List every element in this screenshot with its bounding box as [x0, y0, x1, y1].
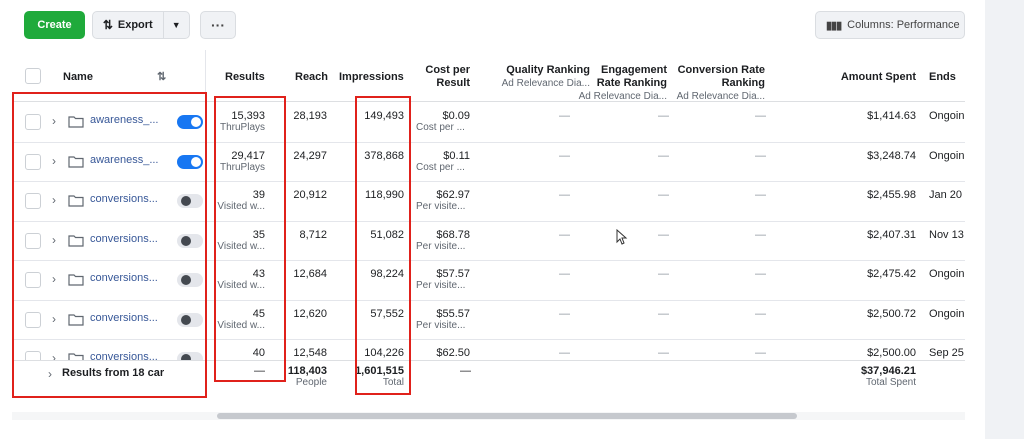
cost-per-result-cell: $57.57 Per visite... — [416, 268, 470, 291]
engagement-ranking-cell: — — [658, 347, 669, 359]
horizontal-scrollbar-thumb[interactable] — [217, 413, 797, 419]
conversion-ranking-cell: — — [755, 149, 766, 162]
caret-down-icon: ▼ — [171, 20, 181, 30]
amount-spent-cell: $2,455.98 — [867, 189, 916, 201]
more-options-button[interactable]: ··· — [200, 11, 236, 39]
column-header-reach[interactable]: Reach — [295, 71, 328, 84]
ends-cell: Sep 25 — [929, 347, 964, 359]
engagement-ranking-cell: — — [658, 228, 669, 241]
footer-cost: — — [460, 365, 471, 377]
conversion-ranking-cell: — — [755, 228, 766, 241]
create-button[interactable]: Create — [24, 11, 85, 39]
export-button[interactable]: ⇅ Export — [93, 12, 164, 38]
footer-amount-spent: $37,946.21 Total Spent — [860, 365, 916, 388]
columns-icon: ▮▮▮ — [826, 19, 842, 32]
cost-per-result-cell: $0.09 Cost per ... — [416, 110, 470, 133]
export-dropdown-button[interactable]: ▼ — [164, 12, 189, 38]
select-all-checkbox[interactable] — [25, 68, 41, 84]
annotation-box-impressions — [355, 96, 411, 395]
conversion-ranking-cell: — — [755, 110, 766, 122]
cost-per-result-cell: $55.57 Per visite... — [416, 307, 470, 331]
toolbar: Create ⇅ Export ▼ ··· ▮▮▮ Columns: Perfo… — [24, 10, 969, 40]
quality-ranking-cell: — — [559, 110, 570, 122]
ends-cell: Ongoin — [929, 268, 965, 280]
quality-ranking-cell: — — [559, 268, 570, 280]
column-header-engagement-ranking[interactable]: Engagement Rate Ranking Ad Relevance Dia… — [572, 64, 667, 103]
column-header-cost-per-result[interactable]: Cost per Result — [420, 64, 470, 90]
column-header-name[interactable]: Name — [63, 71, 93, 84]
mouse-cursor-icon — [616, 229, 628, 245]
cost-per-result-cell: $0.11 Cost per ... — [416, 149, 470, 173]
ends-cell: Ongoin — [929, 149, 965, 162]
engagement-ranking-cell: — — [658, 189, 669, 201]
ends-cell: Nov 13 — [929, 228, 964, 241]
engagement-ranking-cell: — — [658, 149, 669, 162]
columns-button[interactable]: ▮▮▮ Columns: Performance — [815, 11, 965, 39]
conversion-ranking-cell: — — [755, 189, 766, 201]
conversion-ranking-cell: — — [755, 268, 766, 280]
annotation-box-results — [214, 96, 286, 382]
export-arrows-icon: ⇅ — [102, 18, 113, 32]
column-header-impressions[interactable]: Impressions — [339, 71, 404, 84]
amount-spent-cell: $3,248.74 — [867, 149, 916, 162]
engagement-ranking-cell: — — [658, 307, 669, 320]
conversion-ranking-cell: — — [755, 347, 766, 359]
column-header-amount-spent[interactable]: Amount Spent — [832, 71, 916, 84]
export-button-group: ⇅ Export ▼ — [92, 11, 190, 39]
amount-spent-cell: $2,407.31 — [867, 228, 916, 241]
cost-per-result-cell: $68.78 Per visite... — [416, 228, 470, 252]
sort-icon[interactable]: ⇅ — [157, 71, 166, 84]
quality-ranking-cell: — — [559, 228, 570, 241]
page-gutter — [985, 0, 1024, 439]
column-header-ends[interactable]: Ends — [929, 71, 956, 84]
quality-ranking-cell: — — [559, 189, 570, 201]
quality-ranking-cell: — — [559, 149, 570, 162]
engagement-ranking-cell: — — [658, 110, 669, 122]
ends-cell: Ongoin — [929, 307, 965, 320]
column-header-conversion-ranking[interactable]: Conversion Rate Ranking Ad Relevance Dia… — [672, 64, 765, 103]
cost-per-result-cell: $62.97 Per visite... — [416, 189, 470, 212]
conversion-ranking-cell: — — [755, 307, 766, 320]
ends-cell: Jan 20 — [929, 189, 963, 201]
quality-ranking-cell: — — [559, 347, 570, 359]
amount-spent-cell: $1,414.63 — [867, 110, 916, 122]
engagement-ranking-cell: — — [658, 268, 669, 280]
ends-cell: Ongoin — [929, 110, 965, 122]
cost-per-result-cell: $62.50 — [436, 347, 470, 359]
amount-spent-cell: $2,500.00 — [867, 347, 916, 359]
amount-spent-cell: $2,500.72 — [867, 307, 916, 320]
column-header-results[interactable]: Results — [225, 71, 265, 84]
amount-spent-cell: $2,475.42 — [867, 268, 916, 280]
annotation-box-names — [12, 92, 207, 398]
quality-ranking-cell: — — [559, 307, 570, 320]
